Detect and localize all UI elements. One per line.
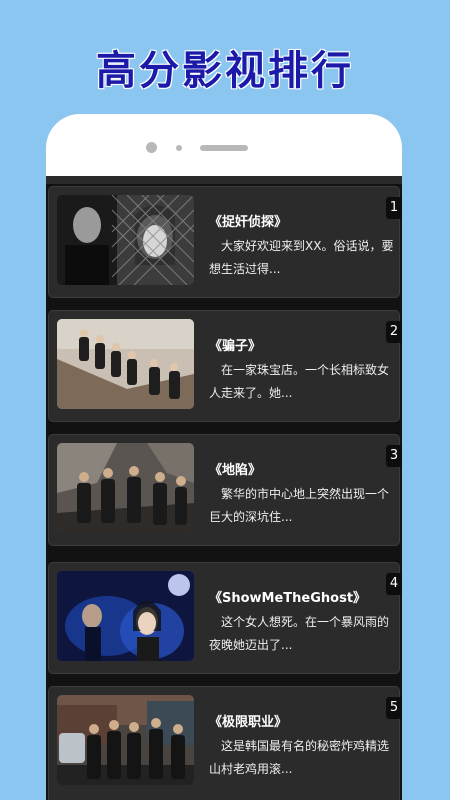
movie-description: 这个女人想死。在一个暴风雨的夜晚她迈出了... bbox=[209, 615, 390, 652]
rank-badge: 4 bbox=[386, 573, 402, 595]
status-bar bbox=[46, 176, 402, 184]
poster-thumbnail[interactable] bbox=[57, 443, 194, 533]
phone-screen: 《捉奸侦探》 大家好欢迎来到XX。俗话说，要想生活过得... 1 《骗子》 在一… bbox=[46, 176, 402, 800]
sensor-dot bbox=[176, 145, 182, 151]
movie-description: 繁华的市中心地上突然出现一个巨大的深坑住... bbox=[209, 487, 390, 524]
rank-badge: 2 bbox=[386, 321, 402, 343]
poster-thumbnail[interactable] bbox=[57, 695, 194, 785]
phone-frame-top bbox=[46, 114, 402, 176]
rank-badge: 3 bbox=[386, 445, 402, 467]
movie-title: 《捉奸侦探》 bbox=[209, 215, 288, 230]
movie-title: 《骗子》 bbox=[209, 339, 262, 354]
movie-title: 《ShowMeTheGhost》 bbox=[209, 591, 367, 606]
movie-title: 《地陷》 bbox=[209, 463, 262, 478]
list-item[interactable]: 《ShowMeTheGhost》 这个女人想死。在一个暴风雨的夜晚她迈出了...… bbox=[48, 562, 402, 674]
movie-description: 大家好欢迎来到XX。俗话说，要想生活过得... bbox=[209, 239, 394, 276]
movie-description: 在一家珠宝店。一个长相标致女人走来了。她... bbox=[209, 363, 390, 400]
poster-thumbnail[interactable] bbox=[57, 195, 194, 285]
list-item[interactable]: 《极限职业》 这是韩国最有名的秘密炸鸡精选山村老鸡用滚... 5 bbox=[48, 686, 402, 800]
camera-dot bbox=[146, 142, 157, 153]
speaker-slot bbox=[200, 145, 248, 151]
list-item[interactable]: 《地陷》 繁华的市中心地上突然出现一个巨大的深坑住... 3 bbox=[48, 434, 402, 546]
rank-badge: 1 bbox=[386, 197, 402, 219]
movie-title: 《极限职业》 bbox=[209, 715, 288, 730]
movie-description: 这是韩国最有名的秘密炸鸡精选山村老鸡用滚... bbox=[209, 739, 390, 776]
poster-thumbnail[interactable] bbox=[57, 571, 194, 661]
poster-thumbnail[interactable] bbox=[57, 319, 194, 409]
rank-badge: 5 bbox=[386, 697, 402, 719]
list-item[interactable]: 《捉奸侦探》 大家好欢迎来到XX。俗话说，要想生活过得... 1 bbox=[48, 186, 402, 298]
banner-title: 高分影视排行 bbox=[96, 48, 354, 94]
list-item[interactable]: 《骗子》 在一家珠宝店。一个长相标致女人走来了。她... 2 bbox=[48, 310, 402, 422]
